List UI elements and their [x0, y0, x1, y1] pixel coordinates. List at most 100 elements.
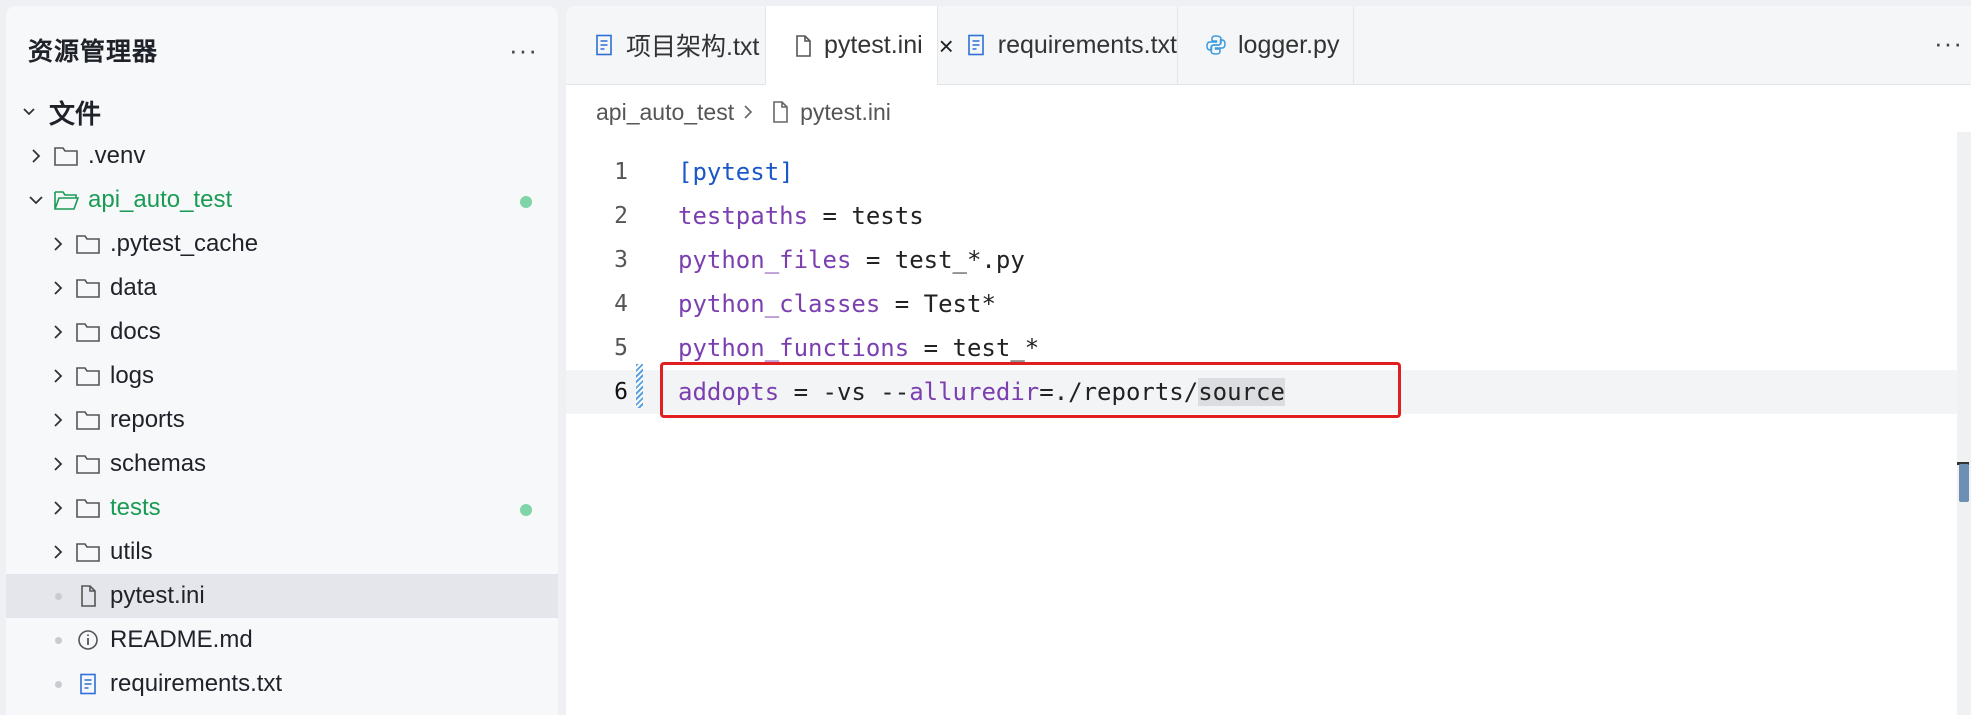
- tree-item-label: docs: [110, 318, 161, 345]
- tab-label: pytest.ini: [824, 31, 923, 59]
- chevron-right-icon[interactable]: [48, 234, 68, 254]
- breadcrumb-folder[interactable]: api_auto_test: [596, 99, 734, 126]
- indent-dot: [48, 586, 68, 606]
- tab-txt[interactable]: 项目架构.txt: [566, 6, 766, 84]
- chevron-right-icon[interactable]: [48, 498, 68, 518]
- code-line[interactable]: 3 python_files = test_*.py: [566, 238, 1971, 282]
- tree-item-reports[interactable]: reports: [6, 398, 558, 442]
- files-section-header[interactable]: 文件: [6, 90, 558, 134]
- folder-icon: [74, 319, 102, 345]
- code-text: python_classes = Test*: [678, 290, 996, 318]
- text-file-icon: [962, 32, 990, 58]
- file-icon: [790, 33, 816, 59]
- editor-area: ··· 项目架构.txt pytest.ini × requirements.txt l…: [566, 6, 1971, 715]
- folder-icon: [74, 231, 102, 257]
- chevron-right-icon: [740, 104, 756, 120]
- tree-item-label: pytest.ini: [110, 582, 205, 609]
- info-icon: [74, 627, 102, 653]
- python-icon: [1202, 32, 1230, 58]
- config-key: python_functions: [678, 334, 910, 362]
- scrollbar-thumb[interactable]: [1959, 464, 1969, 502]
- chevron-right-icon[interactable]: [48, 366, 68, 386]
- tree-item-docs[interactable]: docs: [6, 310, 558, 354]
- chevron-right-icon[interactable]: [26, 146, 46, 166]
- chevron-right-icon[interactable]: [48, 410, 68, 430]
- indent-dot: [48, 674, 68, 694]
- tree-item-label: reports: [110, 406, 185, 433]
- modified-line-marker: [636, 364, 643, 408]
- folder-icon: [74, 539, 102, 565]
- tree-item-label: data: [110, 274, 157, 301]
- code-token: = tests: [808, 202, 924, 230]
- file-icon: [74, 583, 102, 609]
- tree-item-readme-md[interactable]: README.md: [6, 618, 558, 662]
- folder-icon: [74, 275, 102, 301]
- indent-dot: [48, 630, 68, 650]
- highlight-annotation: [660, 362, 1401, 418]
- tree-item-tests[interactable]: tests: [6, 486, 558, 530]
- line-number: 2: [614, 203, 628, 229]
- modified-status-dot: [520, 504, 532, 516]
- tree-item-label: api_auto_test: [88, 186, 233, 213]
- code-text: testpaths = tests: [678, 202, 924, 230]
- tree-item-logs[interactable]: logs: [6, 354, 558, 398]
- tab-bar: ··· 项目架构.txt pytest.ini × requirements.txt l…: [566, 6, 1971, 85]
- explorer-sidebar: 资源管理器 ··· 文件 .venv api_auto_test .pytest_c…: [6, 6, 558, 715]
- tree-item-data[interactable]: data: [6, 266, 558, 310]
- chevron-down-icon[interactable]: [26, 190, 46, 210]
- explorer-header: 资源管理器 ···: [28, 28, 538, 72]
- file-tree: .venv api_auto_test .pytest_cachedata docs l…: [6, 134, 558, 706]
- chevron-right-icon[interactable]: [48, 454, 68, 474]
- tree-item-venv[interactable]: .venv: [6, 134, 558, 178]
- tree-item-schemas[interactable]: schemas: [6, 442, 558, 486]
- code-line[interactable]: 2 testpaths = tests: [566, 194, 1971, 238]
- line-number: 6: [614, 379, 628, 405]
- code-token: = test_*: [909, 334, 1040, 362]
- tab-label: 项目架构.txt: [626, 33, 760, 61]
- tree-item-utils[interactable]: utils: [6, 530, 558, 574]
- explorer-title: 资源管理器: [28, 38, 159, 66]
- folder-icon: [74, 495, 102, 521]
- folder-icon: [74, 451, 102, 477]
- tree-item-label: tests: [110, 494, 161, 521]
- code-token: = test_*.py: [851, 246, 1025, 274]
- tab-requirements-txt[interactable]: requirements.txt: [938, 6, 1178, 84]
- code-line[interactable]: 4 python_classes = Test*: [566, 282, 1971, 326]
- breadcrumb: api_auto_test pytest.ini: [596, 92, 891, 132]
- tab-logger-py[interactable]: logger.py: [1178, 6, 1354, 84]
- tree-item-requirements-txt[interactable]: requirements.txt: [6, 662, 558, 706]
- tab-more-icon[interactable]: ···: [1934, 28, 1963, 59]
- config-key: python_files: [678, 246, 852, 274]
- chevron-right-icon[interactable]: [48, 542, 68, 562]
- tree-item-label: .venv: [88, 142, 146, 169]
- text-file-icon: [74, 671, 102, 697]
- code-line[interactable]: 1 [pytest]: [566, 150, 1971, 194]
- breadcrumb-file[interactable]: pytest.ini: [800, 99, 891, 126]
- tree-item-pytest-cache[interactable]: .pytest_cache: [6, 222, 558, 266]
- more-actions-icon[interactable]: ···: [509, 37, 538, 63]
- tree-item-label: logs: [110, 362, 155, 389]
- chevron-right-icon[interactable]: [48, 278, 68, 298]
- tab-pytest-ini[interactable]: pytest.ini ×: [766, 6, 954, 85]
- tree-item-api-auto-test[interactable]: api_auto_test: [6, 178, 558, 222]
- tree-item-label: schemas: [110, 450, 207, 477]
- tree-item-label: README.md: [110, 626, 253, 653]
- folder-icon: [52, 143, 80, 169]
- tree-item-label: requirements.txt: [110, 670, 283, 697]
- chevron-right-icon[interactable]: [48, 322, 68, 342]
- tab-label: logger.py: [1238, 30, 1340, 59]
- line-number: 4: [614, 291, 628, 317]
- config-key: testpaths: [678, 202, 809, 230]
- code-text: python_files = test_*.py: [678, 246, 1025, 274]
- chevron-down-icon: [19, 102, 39, 122]
- tree-item-label: utils: [110, 538, 153, 565]
- modified-status-dot: [520, 196, 532, 208]
- folder-icon: [74, 363, 102, 389]
- line-number: 3: [614, 247, 628, 273]
- files-section-label: 文件: [49, 98, 102, 129]
- file-icon: [766, 99, 794, 125]
- folder-open-icon: [52, 187, 80, 213]
- editor-scrollbar[interactable]: [1957, 132, 1971, 715]
- tree-item-pytest-ini[interactable]: pytest.ini: [6, 574, 558, 618]
- config-key: python_classes: [678, 290, 881, 318]
